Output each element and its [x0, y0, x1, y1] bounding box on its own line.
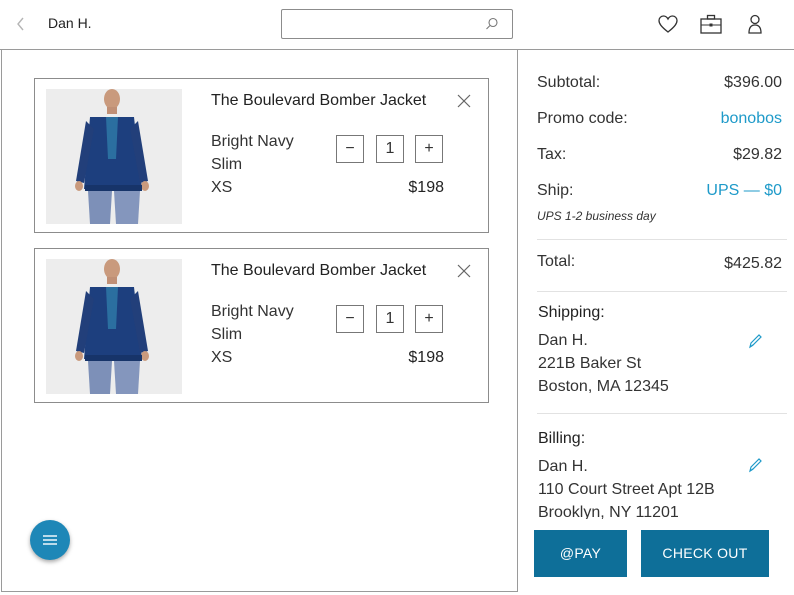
divider [537, 413, 787, 414]
product-photo[interactable] [46, 89, 182, 224]
close-icon[interactable] [456, 93, 472, 109]
pencil-icon[interactable] [747, 332, 763, 350]
divider [537, 239, 787, 240]
quantity-value[interactable]: 1 [376, 305, 404, 333]
shipping-heading: Shipping: [538, 304, 605, 321]
product-size: XS [211, 179, 233, 196]
heart-icon[interactable] [656, 12, 680, 36]
product-photo[interactable] [46, 259, 182, 394]
menu-fab-button[interactable] [30, 520, 70, 560]
promo-code-link[interactable]: bonobos [721, 110, 782, 128]
quantity-increment-button[interactable]: + [415, 135, 443, 163]
shipping-address: Dan H. 221B Baker St Boston, MA 12345 [538, 329, 669, 398]
search-icon[interactable] [484, 16, 500, 32]
quantity-decrement-button[interactable]: − [336, 305, 364, 333]
billing-name: Dan H. [538, 458, 588, 475]
close-icon[interactable] [456, 263, 472, 279]
order-summary-pane[interactable]: Subtotal: $396.00 Promo code: bonobos Ta… [518, 50, 794, 595]
billing-street: 110 Court Street Apt 12B [538, 481, 715, 498]
product-price: $198 [408, 179, 444, 196]
menu-icon [43, 535, 57, 545]
chevron-left-icon[interactable] [12, 13, 30, 35]
cart-pane: The Boulevard Bomber Jacket Bright Navy … [1, 50, 518, 592]
cart-item: The Boulevard Bomber Jacket Bright Navy … [34, 248, 489, 403]
shipping-street: 221B Baker St [538, 355, 642, 372]
product-title[interactable]: The Boulevard Bomber Jacket [211, 262, 426, 280]
user-icon[interactable] [743, 12, 767, 36]
billing-heading: Billing: [538, 430, 586, 447]
tax-label: Tax: [537, 146, 567, 163]
subtotal-label: Subtotal: [537, 74, 601, 91]
quantity-increment-button[interactable]: + [415, 305, 443, 333]
total-label: Total: [537, 253, 576, 270]
checkout-actions: @PAY CHECK OUT [518, 519, 794, 595]
shipping-name: Dan H. [538, 332, 588, 349]
product-size: XS [211, 349, 233, 366]
subtotal-value: $396.00 [724, 74, 782, 91]
search-input[interactable] [282, 10, 472, 38]
quantity-decrement-button[interactable]: − [336, 135, 364, 163]
product-title[interactable]: The Boulevard Bomber Jacket [211, 92, 426, 110]
apple-pay-button[interactable]: @PAY [534, 530, 627, 577]
promo-label: Promo code: [537, 110, 628, 127]
jacket-model-image [46, 259, 182, 394]
ship-method-link[interactable]: UPS — $0 [706, 182, 782, 200]
product-fit: Slim [211, 156, 243, 173]
briefcase-icon[interactable] [699, 12, 723, 36]
cart-item: The Boulevard Bomber Jacket Bright Navy … [34, 78, 489, 233]
billing-address: Dan H. 110 Court Street Apt 12B Brooklyn… [538, 455, 715, 524]
total-value: $425.82 [724, 255, 782, 272]
ship-note: UPS 1-2 business day [537, 209, 656, 223]
product-color: Bright Navy [211, 133, 294, 150]
tax-value: $29.82 [733, 146, 782, 163]
checkout-button[interactable]: CHECK OUT [641, 530, 769, 577]
ship-label: Ship: [537, 182, 574, 199]
user-name: Dan H. [48, 15, 92, 31]
top-bar: Dan H. [0, 0, 794, 50]
product-color: Bright Navy [211, 303, 294, 320]
quantity-value[interactable]: 1 [376, 135, 404, 163]
shipping-city: Boston, MA 12345 [538, 378, 669, 395]
divider [537, 291, 787, 292]
product-fit: Slim [211, 326, 243, 343]
search-box[interactable] [281, 9, 513, 39]
pencil-icon[interactable] [747, 456, 763, 474]
product-price: $198 [408, 349, 444, 366]
jacket-model-image [46, 89, 182, 224]
